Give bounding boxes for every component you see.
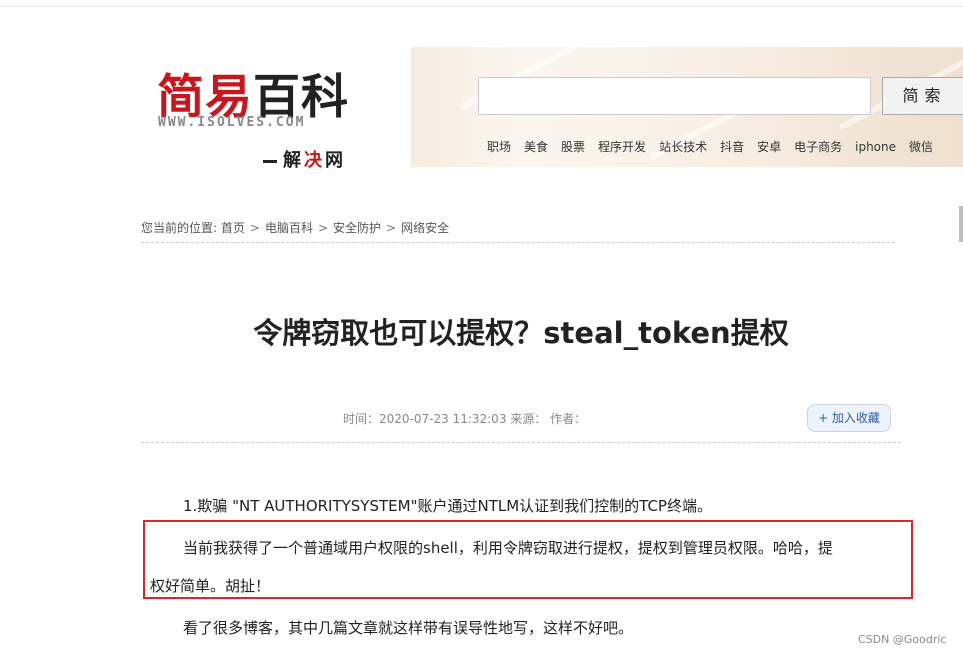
hot-link[interactable]: 微信 — [909, 140, 933, 154]
article-paragraph: 看了很多博客，其中几篇文章就这样带有误导性地写，这样不好吧。 — [183, 619, 634, 637]
hot-link[interactable]: 程序开发 — [598, 140, 646, 154]
hot-link[interactable]: 职场 — [487, 140, 511, 154]
breadcrumb: 您当前的位置: 首页 > 电脑百科 > 安全防护 > 网络安全 — [141, 219, 449, 236]
slogan-char-2: 决 — [304, 150, 325, 171]
hot-link[interactable]: 抖音 — [720, 140, 744, 154]
hot-link[interactable]: iphone — [855, 140, 896, 154]
add-favorite-button[interactable]: + 加入收藏 — [807, 404, 891, 432]
site-logo[interactable]: 简易百科 WWW.ISOLVES.COM 解决网 — [155, 58, 370, 173]
hot-link[interactable]: 安卓 — [757, 140, 781, 154]
breadcrumb-separator: > — [249, 221, 260, 235]
slogan-char-1: 解 — [283, 150, 304, 171]
search-button[interactable]: 简索 — [882, 77, 963, 115]
breadcrumb-divider — [141, 242, 895, 243]
scrollbar-thumb[interactable] — [959, 206, 963, 242]
breadcrumb-prefix: 您当前的位置: — [141, 221, 218, 235]
breadcrumb-separator: > — [386, 221, 397, 235]
search-input[interactable] — [478, 77, 871, 115]
article-title: 令牌窃取也可以提权？steal_token提权 — [253, 316, 789, 350]
breadcrumb-item-network[interactable]: 网络安全 — [401, 221, 449, 235]
watermark: CSDN @Goodric — [858, 633, 947, 646]
hot-links: 职场 美食 股票 程序开发 站长技术 抖音 安卓 电子商务 iphone 微信 — [487, 138, 946, 155]
breadcrumb-item-home[interactable]: 首页 — [221, 221, 245, 235]
logo-url: WWW.ISOLVES.COM — [158, 115, 306, 130]
logo-slogan: 解决网 — [263, 146, 346, 172]
slogan-dash — [263, 159, 277, 163]
article-paragraph: 权好简单。胡扯！ — [150, 577, 271, 595]
article-meta: 时间：2020-07-23 11:32:03 来源： 作者： — [343, 412, 587, 426]
hot-link[interactable]: 站长技术 — [659, 140, 707, 154]
breadcrumb-item-security[interactable]: 安全防护 — [333, 221, 381, 235]
breadcrumb-item-computer[interactable]: 电脑百科 — [265, 221, 313, 235]
slogan-char-3: 网 — [325, 150, 346, 171]
hot-link[interactable]: 股票 — [561, 140, 585, 154]
hot-link[interactable]: 电子商务 — [794, 140, 842, 154]
breadcrumb-separator: > — [317, 221, 329, 235]
top-divider — [0, 6, 963, 7]
article-paragraph: 当前我获得了一个普通域用户权限的shell，利用令牌窃取进行提权，提权到管理员权… — [183, 539, 833, 557]
meta-divider — [141, 442, 901, 443]
article-paragraph: 1.欺骗 "NT AUTHORITYSYSTEM"账户通过NTLM认证到我们控制… — [183, 497, 712, 515]
hot-link[interactable]: 美食 — [524, 140, 548, 154]
